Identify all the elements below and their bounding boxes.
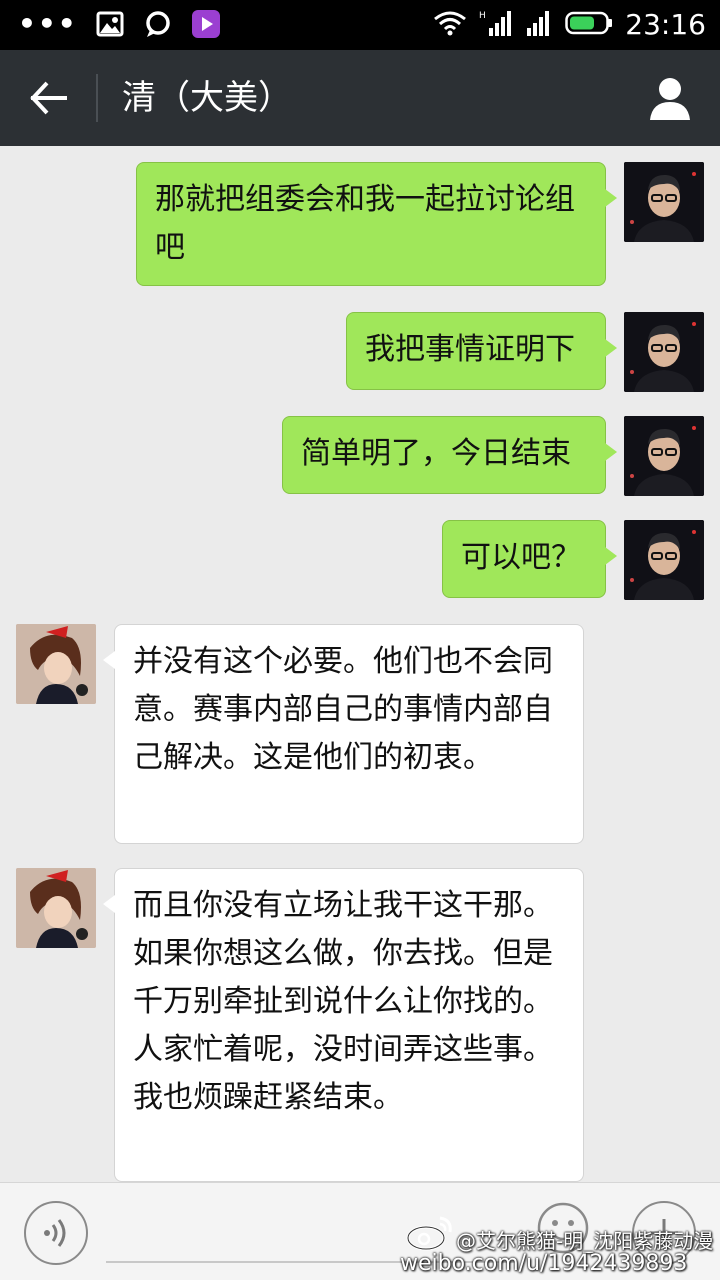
avatar[interactable] <box>624 162 704 242</box>
message-text: 我把事情证明下 <box>365 332 575 367</box>
message-text: 可以吧？ <box>461 540 581 575</box>
more-dots-icon: ••• <box>18 7 78 40</box>
wifi-icon <box>433 10 467 40</box>
profile-button[interactable] <box>642 70 698 126</box>
battery-icon <box>565 11 613 39</box>
avatar[interactable] <box>16 868 96 948</box>
avatar[interactable] <box>624 416 704 496</box>
svg-text:H: H <box>479 11 486 21</box>
voice-icon <box>44 1219 66 1247</box>
weibo-logo-icon <box>406 1216 452 1251</box>
title-bar: 清（大美） <box>0 50 720 146</box>
video-player-icon <box>190 8 222 40</box>
voice-button[interactable] <box>24 1201 88 1265</box>
message-text: 并没有这个必要。他们也不会同意。赛事内部自己的事情内部自己解决。这是他们的初衷。 <box>133 644 553 775</box>
clock: 23:16 <box>625 8 706 41</box>
person-icon <box>650 78 690 120</box>
status-bar: ••• H 23:16 <box>0 0 720 50</box>
message-text: 简单明了，今日结束 <box>301 436 571 471</box>
chat-title: 清（大美） <box>122 78 292 118</box>
back-button[interactable] <box>18 68 80 128</box>
message-list[interactable]: 那就把组委会和我一起拉讨论组吧 我把事情证明下 简单明了，今日结束 可以吧？ 并… <box>0 146 720 1182</box>
image-icon <box>94 8 126 40</box>
title-divider <box>96 74 98 122</box>
message-bubble-outgoing[interactable]: 可以吧？ <box>442 520 617 598</box>
watermark-url: weibo.com/u/1942439893 <box>400 1251 688 1276</box>
message-bubble-outgoing[interactable]: 我把事情证明下 <box>346 312 617 390</box>
signal-icon <box>525 9 553 41</box>
message-bubble-outgoing[interactable]: 简单明了，今日结束 <box>282 416 617 494</box>
message-text: 而且你没有立场让我干这干那。如果你想这么做，你去找。但是千万别牵扯到说什么让你找… <box>133 888 553 1115</box>
chat-bubble-icon <box>142 8 174 40</box>
message-bubble-outgoing[interactable]: 那就把组委会和我一起拉讨论组吧 <box>136 162 617 286</box>
avatar[interactable] <box>16 624 96 704</box>
message-text: 那就把组委会和我一起拉讨论组吧 <box>155 182 575 265</box>
message-bubble-incoming[interactable]: 而且你没有立场让我干这干那。如果你想这么做，你去找。但是千万别牵扯到说什么让你找… <box>103 868 584 1182</box>
back-arrow-icon <box>30 81 67 115</box>
avatar[interactable] <box>624 312 704 392</box>
message-bubble-incoming[interactable]: 并没有这个必要。他们也不会同意。赛事内部自己的事情内部自己解决。这是他们的初衷。 <box>103 624 584 844</box>
avatar[interactable] <box>624 520 704 600</box>
signal-icon: H <box>479 9 513 41</box>
